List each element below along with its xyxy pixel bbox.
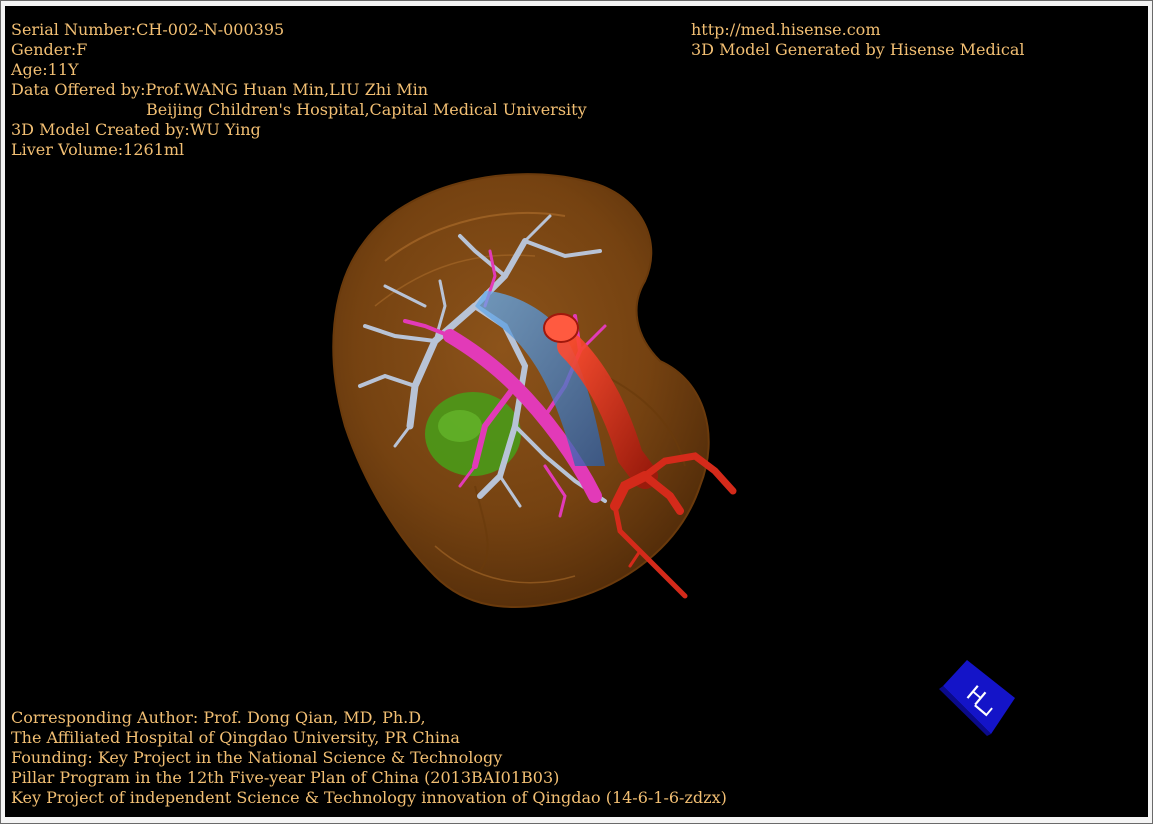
footer-acknowledgement-panel: Corresponding Author: Prof. Dong Qian, M… (11, 708, 727, 808)
serial-number-text: Serial Number:CH-002-N-000395 (11, 20, 285, 39)
generated-by-text: 3D Model Generated by Hisense Medical (691, 40, 1025, 59)
orientation-cube-icon[interactable]: H L (935, 656, 1021, 738)
gender-text: Gender:F (11, 40, 88, 59)
model-created-by-text: 3D Model Created by:WU Ying (11, 120, 261, 139)
liver-volume-text: Liver Volume:1261ml (11, 140, 185, 159)
key-project-text: Key Project of independent Science & Tec… (11, 788, 727, 807)
3d-viewport[interactable]: Serial Number:CH-002-N-000395 Gender:F A… (5, 6, 1148, 817)
data-offered-text: Data Offered by:Prof.WANG Huan Min,LIU Z… (11, 80, 429, 99)
credit-panel: http://med.hisense.com 3D Model Generate… (691, 20, 1024, 60)
application-window: Serial Number:CH-002-N-000395 Gender:F A… (0, 0, 1153, 824)
data-offered-institution-text: Beijing Children's Hospital,Capital Medi… (146, 100, 587, 119)
website-url-text: http://med.hisense.com (691, 20, 881, 39)
pillar-program-text: Pillar Program in the 12th Five-year Pla… (11, 768, 560, 787)
founding-text: Founding: Key Project in the National Sc… (11, 748, 503, 767)
corresponding-author-text: Corresponding Author: Prof. Dong Qian, M… (11, 708, 426, 727)
affiliation-text: The Affiliated Hospital of Qingdao Unive… (11, 728, 460, 747)
age-text: Age:11Y (11, 60, 79, 79)
patient-info-panel: Serial Number:CH-002-N-000395 Gender:F A… (11, 20, 587, 160)
